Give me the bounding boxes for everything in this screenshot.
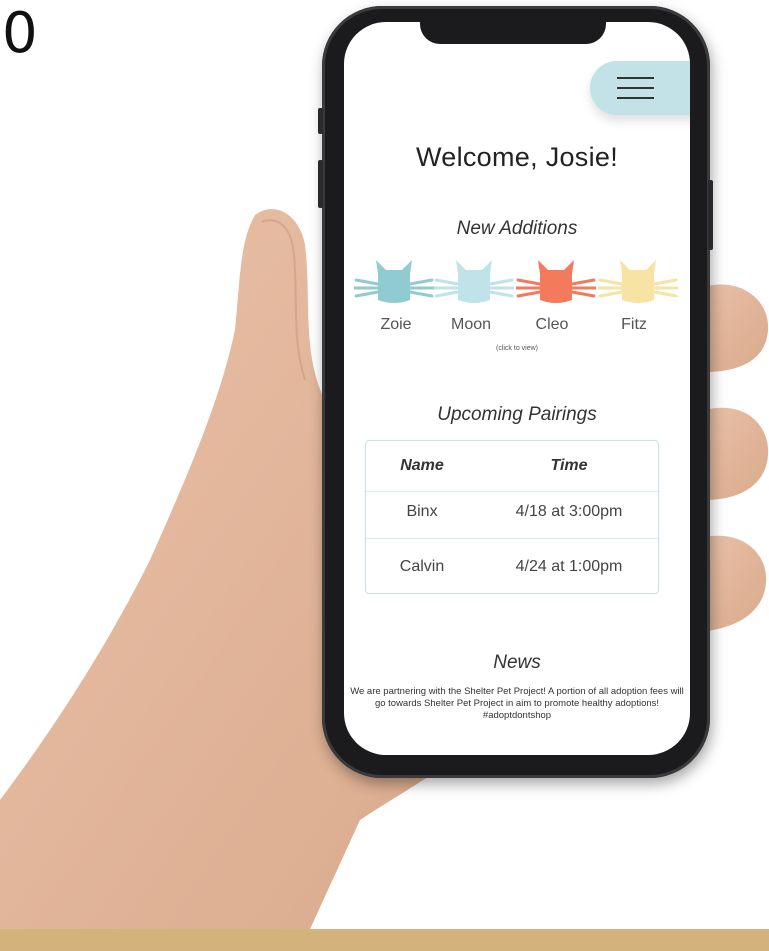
click-to-view-hint: (click to view)	[495, 345, 538, 352]
pairing-time: 4/24 at 1:00pm	[515, 558, 623, 575]
cat-icon-moon[interactable]	[434, 256, 514, 306]
welcome-heading: Welcome, Josie!	[415, 142, 619, 172]
pairing-name: Binx	[406, 503, 438, 520]
column-header-name: Name	[400, 457, 444, 474]
bottom-bar	[0, 929, 769, 951]
phone-volume-button	[318, 160, 323, 208]
cat-icon-fitz[interactable]	[598, 256, 678, 306]
phone-notch	[420, 22, 606, 44]
hamburger-menu-icon	[617, 87, 654, 89]
table-row[interactable]: Calvin 4/24 at 1:00pm	[366, 541, 658, 593]
cat-icon-cleo[interactable]	[516, 256, 596, 306]
table-row[interactable]: Binx 4/18 at 3:00pm	[366, 486, 658, 539]
cat-name-fitz[interactable]: Fitz	[594, 316, 674, 334]
new-additions-cats	[354, 256, 684, 306]
pairing-name: Calvin	[399, 558, 445, 575]
news-text: We are partnering with the Shelter Pet P…	[350, 686, 684, 721]
hamburger-menu-icon	[617, 77, 654, 79]
cat-name-moon[interactable]: Moon	[431, 316, 511, 334]
pairings-table: Name Time Binx 4/18 at 3:00pm Calvin 4/2…	[365, 440, 659, 594]
upcoming-pairings-title: Upcoming Pairings	[437, 404, 597, 425]
cat-name-zoie[interactable]: Zoie	[356, 316, 436, 334]
news-title: News	[493, 652, 541, 673]
phone-side-button	[318, 108, 323, 134]
phone-screen: Welcome, Josie! New Additions Zoie Moon …	[344, 22, 690, 755]
menu-button[interactable]	[590, 61, 690, 115]
cat-name-cleo[interactable]: Cleo	[512, 316, 592, 334]
hamburger-menu-icon	[617, 97, 654, 99]
pairing-time: 4/18 at 3:00pm	[515, 503, 623, 520]
cat-icon-zoie[interactable]	[354, 256, 434, 306]
new-additions-title: New Additions	[456, 218, 578, 239]
column-header-time: Time	[550, 457, 588, 474]
table-header-row: Name Time	[366, 441, 658, 492]
phone-power-button	[708, 180, 713, 250]
